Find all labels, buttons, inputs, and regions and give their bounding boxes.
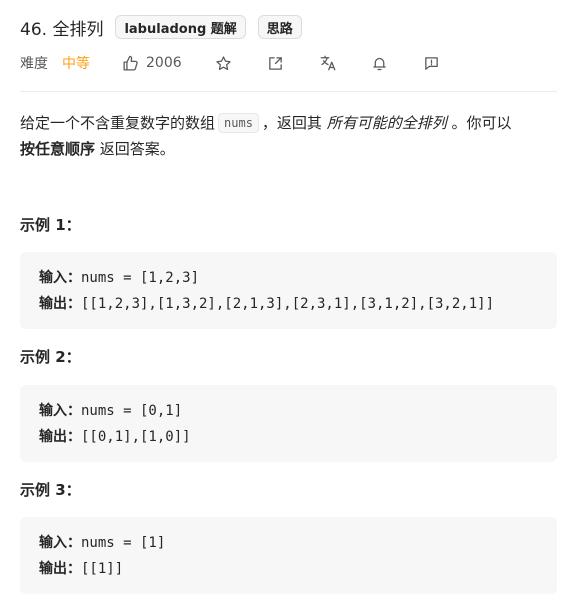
example-1-title: 示例 1： xyxy=(20,216,81,234)
example-3-title: 示例 3： xyxy=(20,481,81,499)
example-2-box: 输入：nums = [0,1] 输出：[[0,1],[1,0]] xyxy=(20,385,557,462)
bell-icon xyxy=(371,55,388,72)
inline-code: nums xyxy=(218,113,259,133)
description-text: ，返回其 xyxy=(261,114,322,132)
input-value: nums = [1] xyxy=(81,535,166,551)
feedback-icon xyxy=(423,55,440,72)
title-row: 46. 全排列 labuladong 题解 思路 xyxy=(20,14,302,40)
description-text: 。你可以 xyxy=(451,114,512,132)
like-button[interactable]: 2006 xyxy=(122,55,182,72)
description-emphasis: 所有可能的全排列 xyxy=(326,114,447,132)
example-1-box: 输入：nums = [1,2,3] 输出：[[1,2,3],[1,3,2],[2… xyxy=(20,252,557,329)
example-output-line: 输出：[[1,2,3],[1,3,2],[2,1,3],[2,3,1],[3,1… xyxy=(39,291,538,317)
description-text: 返回答案。 xyxy=(99,140,175,158)
example-2-title: 示例 2： xyxy=(20,348,81,366)
example-output-line: 输出：[[0,1],[1,0]] xyxy=(39,424,538,450)
output-value: [[1]] xyxy=(81,561,124,577)
output-label: 输出： xyxy=(39,296,81,312)
hint-tag[interactable]: 思路 xyxy=(257,15,302,39)
subscribe-button[interactable] xyxy=(370,53,390,73)
input-value: nums = [0,1] xyxy=(81,403,183,419)
example-input-line: 输入：nums = [0,1] xyxy=(39,398,538,424)
divider xyxy=(20,91,557,92)
favorite-button[interactable] xyxy=(214,53,234,73)
example-output-line: 输出：[[1]] xyxy=(39,556,538,582)
example-input-line: 输入：nums = [1] xyxy=(39,530,538,556)
input-value: nums = [1,2,3] xyxy=(81,270,200,286)
feedback-button[interactable] xyxy=(422,53,442,73)
thumb-up-icon xyxy=(122,55,139,72)
output-label: 输出： xyxy=(39,561,81,577)
star-icon xyxy=(215,55,232,72)
description-bold: 按任意顺序 xyxy=(20,140,96,158)
share-button[interactable] xyxy=(266,53,286,73)
difficulty-label: 难度 xyxy=(20,56,48,72)
meta-row: 难度 中等 2006 xyxy=(20,52,442,74)
description-text: 给定一个不含重复数字的数组 xyxy=(20,114,216,132)
solution-tag[interactable]: labuladong 题解 xyxy=(115,15,246,39)
share-icon xyxy=(267,55,284,72)
output-value: [[0,1],[1,0]] xyxy=(81,429,191,445)
translate-button[interactable] xyxy=(318,53,338,73)
like-count: 2006 xyxy=(146,55,182,71)
example-3-box: 输入：nums = [1] 输出：[[1]] xyxy=(20,517,557,594)
difficulty-badge: 中等 xyxy=(62,56,90,72)
output-value: [[1,2,3],[1,3,2],[2,1,3],[2,3,1],[3,1,2]… xyxy=(81,296,495,312)
input-label: 输入： xyxy=(39,535,81,551)
input-label: 输入： xyxy=(39,403,81,419)
output-label: 输出： xyxy=(39,429,81,445)
problem-description: 给定一个不含重复数字的数组 nums ，返回其 所有可能的全排列 。你可以 按任意顺… xyxy=(20,110,557,162)
input-label: 输入： xyxy=(39,270,81,286)
problem-title: 46. 全排列 xyxy=(20,19,104,40)
example-input-line: 输入：nums = [1,2,3] xyxy=(39,265,538,291)
translate-icon xyxy=(319,54,337,72)
